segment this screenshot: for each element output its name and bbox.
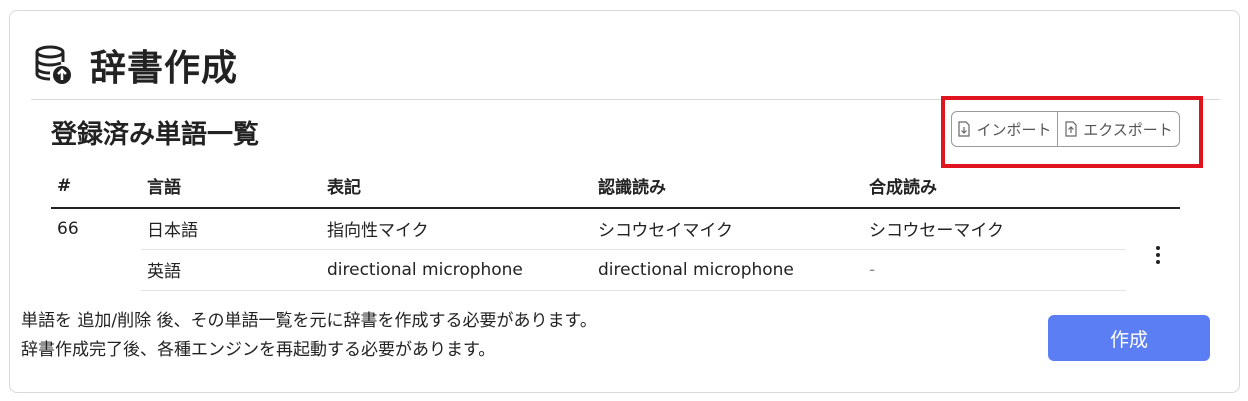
import-label: インポート <box>976 120 1052 139</box>
cell-recognition: シコウセイマイク <box>592 208 863 250</box>
cell-language: 英語 <box>141 249 321 291</box>
column-header-notation: 表記 <box>321 164 592 209</box>
row-number <box>51 249 141 290</box>
cell-synthesis: - <box>863 249 1126 291</box>
create-button[interactable]: 作成 <box>1048 315 1210 361</box>
page-title: 辞書作成 <box>90 48 239 89</box>
cell-language: 日本語 <box>141 208 321 250</box>
section-title: 登録済み単語一覧 <box>51 120 260 150</box>
column-header-recognition: 認識読み <box>592 164 863 209</box>
cell-synthesis: シコウセーマイク <box>863 208 1126 250</box>
database-upload-icon <box>34 41 74 89</box>
more-options-icon[interactable] <box>1156 246 1160 264</box>
cell-recognition: directional microphone <box>592 249 863 291</box>
column-header-synthesis: 合成読み <box>863 164 1126 209</box>
export-label: エクスポート <box>1083 120 1173 139</box>
row-number: 66 <box>57 219 79 239</box>
file-download-icon <box>958 121 971 137</box>
import-export-group: インポート エクスポート <box>951 111 1180 147</box>
table-header-row: # 言語 表記 認識読み 合成読み <box>51 164 1180 209</box>
row-actions-cell <box>1126 208 1180 290</box>
cell-notation: directional microphone <box>321 249 592 291</box>
page-header: 辞書作成 <box>34 39 238 91</box>
export-button[interactable]: エクスポート <box>1058 112 1179 146</box>
help-notes: 単語を 追加/削除 後、その単語一覧を元に辞書を作成する必要があります。 辞書作… <box>21 307 597 365</box>
column-header-actions <box>1126 164 1180 209</box>
word-table: # 言語 表記 認識読み 合成読み 66 日本語 指向性マイク シコウセイマイク… <box>51 164 1180 291</box>
note-line: 単語を 追加/削除 後、その単語一覧を元に辞書を作成する必要があります。 <box>21 311 597 331</box>
table-row[interactable]: 英語 directional microphone directional mi… <box>51 249 1180 291</box>
cell-notation: 指向性マイク <box>321 208 592 250</box>
column-header-number: # <box>51 164 141 209</box>
column-header-language: 言語 <box>141 164 321 209</box>
table-row[interactable]: 66 日本語 指向性マイク シコウセイマイク シコウセーマイク <box>51 208 1180 264</box>
import-button[interactable]: インポート <box>952 112 1058 146</box>
note-line: 辞書作成完了後、各種エンジンを再起動する必要があります。 <box>21 340 496 360</box>
file-upload-icon <box>1065 121 1077 137</box>
